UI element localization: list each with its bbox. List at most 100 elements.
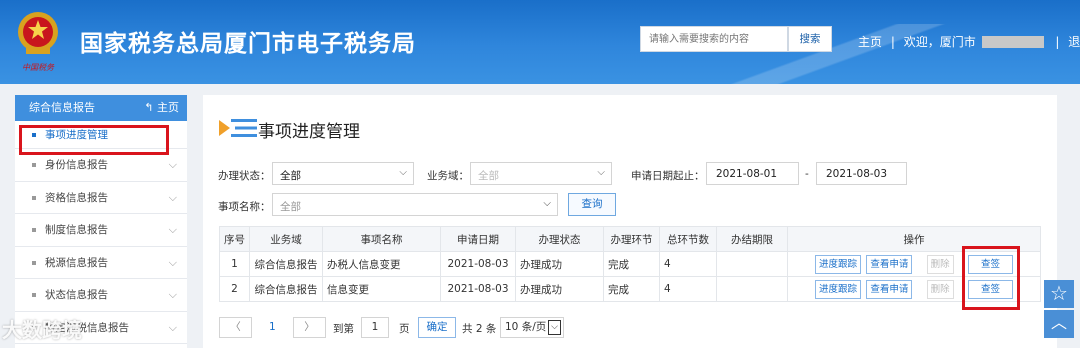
cell: 办税人信息变更: [322, 251, 441, 277]
sidebar-item-label: 状态信息报告: [45, 289, 108, 301]
cell: [716, 251, 788, 277]
prev-page-button[interactable]: 〈: [219, 317, 252, 338]
cell: 完成: [603, 251, 660, 277]
cell: 1: [219, 251, 250, 277]
date-to-input[interactable]: 2021-08-03: [816, 162, 907, 185]
sidebar-item-label: 税源信息报告: [45, 256, 108, 269]
sidebar-item-label: 资格信息报告: [45, 191, 108, 204]
item-name-select[interactable]: 全部 ⌵: [272, 193, 558, 216]
tax-emblem-icon: 中国税务: [18, 12, 58, 72]
sidebar-item-label: 身份信息报告: [45, 159, 108, 171]
sidebar-title: 综合信息报告: [29, 101, 95, 114]
favorite-star-icon[interactable]: ☆: [1044, 280, 1074, 308]
next-page-button[interactable]: 〉: [293, 317, 326, 338]
track-progress-button[interactable]: 进度跟踪: [814, 254, 861, 274]
sidebar-item-system[interactable]: 制度信息报告 ⌵: [15, 214, 187, 247]
cell: 办理成功: [515, 276, 604, 302]
table-row: 1 综合信息报告 办税人信息变更 2021-08-03 办理成功 完成 4 进度…: [219, 251, 1041, 277]
view-application-button[interactable]: 查看申请: [866, 254, 913, 274]
domain-label: 业务域：: [427, 170, 469, 182]
item-name-label: 事项名称：: [218, 201, 271, 213]
sidebar-item-qualification[interactable]: 资格信息报告 ⌵: [15, 182, 187, 214]
sidebar-home-label: 主页: [157, 101, 179, 114]
bullet-icon: [32, 195, 36, 200]
search-button[interactable]: 搜索: [788, 26, 832, 52]
search-input[interactable]: [640, 26, 788, 52]
chevron-down-icon: ⌵: [168, 223, 177, 236]
cell: 办理成功: [515, 251, 604, 277]
chevron-down-icon: ⌵: [168, 288, 177, 301]
highlight-box-sidebar: [19, 125, 169, 155]
domain-select[interactable]: 全部 ⌵: [470, 162, 612, 185]
current-page[interactable]: 1: [269, 321, 276, 333]
sidebar-header: 综合信息报告 ↰ 主页: [15, 95, 187, 121]
bullet-icon: [32, 163, 36, 167]
sidebar-item-tax-source[interactable]: 税源信息报告 ⌵: [15, 247, 187, 279]
svg-text:中国税务: 中国税务: [22, 63, 55, 72]
back-to-top-icon[interactable]: ︿: [1044, 310, 1074, 338]
col-header: 申请日期: [440, 226, 516, 252]
chevron-down-icon: ⌵: [168, 320, 177, 334]
track-progress-button[interactable]: 进度跟踪: [814, 279, 861, 299]
col-header: 总环节数: [659, 226, 717, 252]
chevron-down-icon: ⌵: [597, 167, 605, 178]
top-links: 主页 | 欢迎，厦门市 | 退出: [858, 33, 1080, 50]
item-name-select-value: 全部: [280, 201, 301, 213]
logout-link[interactable]: 退出: [1068, 33, 1080, 50]
sidebar-item-label: 制度信息报告: [45, 224, 108, 236]
cell: 信息变更: [322, 276, 441, 302]
cell: 4: [659, 276, 717, 302]
col-header: 办理状态: [515, 226, 604, 252]
table-header-row: 序号 业务域 事项名称 申请日期 办理状态 办理环节 总环节数 办结期限 操作: [219, 226, 1041, 252]
cell: 2: [219, 276, 250, 302]
bullet-icon: [32, 293, 36, 297]
date-dash: -: [805, 168, 809, 180]
col-header: 序号: [219, 226, 250, 252]
list-title-icon: [219, 119, 257, 137]
goto-page-input[interactable]: 1: [361, 317, 389, 338]
highlight-box-sign: [962, 246, 1020, 310]
back-arrow-icon: ↰: [144, 101, 154, 114]
status-label: 办理状态：: [218, 170, 271, 182]
delete-button: 删除: [926, 279, 954, 299]
chevron-down-icon: ⌵: [168, 190, 177, 204]
page-size-value: 10 条/页: [505, 321, 547, 333]
chevron-down-icon: ⌵: [543, 198, 551, 209]
site-title: 国家税务总局厦门市电子税务局: [80, 31, 416, 57]
status-select[interactable]: 全部 ⌵: [272, 162, 414, 185]
chevron-down-icon: ⌵: [548, 320, 561, 335]
main-panel: 事项进度管理 办理状态： 全部 ⌵ 业务域： 全部 ⌵ 申请日期起止： 2021…: [203, 95, 1057, 348]
chevron-down-icon: ⌵: [399, 167, 407, 178]
view-application-button[interactable]: 查看申请: [866, 279, 913, 299]
chevron-down-icon: ⌵: [168, 158, 177, 171]
sidebar-home-link[interactable]: ↰ 主页: [144, 95, 179, 121]
welcome-text: 欢迎，厦门市: [903, 35, 976, 49]
watermark: 大数跨境: [2, 318, 82, 342]
page-unit: 页: [399, 323, 410, 335]
query-button[interactable]: 查询: [568, 193, 616, 216]
chevron-down-icon: ⌵: [168, 255, 177, 269]
col-header: 业务域: [249, 226, 323, 252]
cell: 综合信息报告: [249, 251, 323, 277]
home-link[interactable]: 主页: [858, 33, 882, 50]
domain-select-value: 全部: [478, 170, 499, 182]
table-row: 2 综合信息报告 信息变更 2021-08-03 办理成功 完成 4 进度跟踪 …: [219, 276, 1041, 302]
site-header: 中国税务 国家税务总局厦门市电子税务局 搜索 主页 | 欢迎，厦门市 | 退出: [0, 0, 1080, 84]
bullet-icon: [32, 260, 36, 265]
goto-confirm-button[interactable]: 确定: [418, 317, 456, 338]
cell: 2021-08-03: [440, 276, 516, 302]
masked-username: [981, 35, 1044, 48]
cell: [716, 276, 788, 302]
sidebar-item-status[interactable]: 状态信息报告 ⌵: [15, 279, 187, 312]
page-title: 事项进度管理: [258, 122, 360, 142]
goto-label: 到第: [333, 323, 354, 335]
cell: 4: [659, 251, 717, 277]
status-select-value: 全部: [280, 170, 301, 182]
separator: |: [890, 34, 895, 49]
cell: 完成: [603, 276, 660, 302]
progress-table: 序号 业务域 事项名称 申请日期 办理状态 办理环节 总环节数 办结期限 操作 …: [219, 226, 1041, 302]
separator: |: [1055, 34, 1060, 49]
pagination: 〈 1 〉 到第 1 页 确定 共 2 条 10 条/页 ⌵: [219, 317, 779, 339]
date-from-input[interactable]: 2021-08-01: [706, 162, 799, 185]
page-size-select[interactable]: 10 条/页 ⌵: [500, 317, 564, 338]
